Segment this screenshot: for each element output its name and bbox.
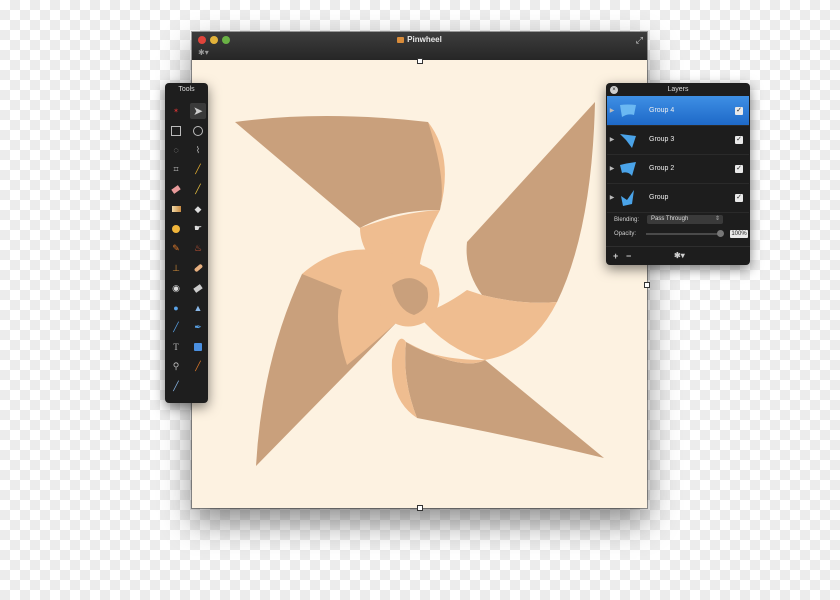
layer-row[interactable]: ▶ Group 3 ✓ [607,125,749,155]
selection-handle-bottom[interactable] [417,505,423,511]
line-icon[interactable]: ╱ [168,378,184,394]
empty-tool-slot [190,378,206,394]
color-picker-icon[interactable]: ╱ [190,359,206,375]
layers-panel-title: Layers [667,86,689,93]
layer-visibility-checkbox[interactable]: ✓ [735,193,743,202]
opacity-slider-knob[interactable] [717,230,725,237]
layers-panel: × Layers ▶ Group 4 ✓ ▶ Group 3 ✓ ▶ Group… [606,83,750,265]
paint-bucket-icon[interactable]: ◆ [190,201,206,217]
sponge-icon[interactable] [168,221,184,237]
selection-handle-top[interactable] [417,58,423,64]
shape-icon[interactable] [190,339,206,355]
lasso-icon[interactable]: ◌ [168,142,184,158]
document-window: Pinwheel ⤢ ✱▾ [192,32,650,511]
pinwheel-artwork [235,102,604,466]
fullscreen-icon[interactable]: ⤢ [636,35,643,46]
layer-row[interactable]: ▶ Group 2 ✓ [607,154,749,184]
opacity-row: Opacity: 100% [614,230,749,238]
disclosure-triangle-icon[interactable]: ▶ [607,107,617,114]
layers-bottom-bar: + − ✱▾ [606,246,750,266]
tool-grid: ✶ ➤ ◌ ⌇ ⌗ ╱ ╱ ◆ ☛ ✎ ♨ ⊥ ◉ ● ▲ ╱ ✒ T ⚲ ╱ … [168,101,206,396]
opacity-label: Opacity: [614,231,637,237]
gradient-icon[interactable] [168,201,184,217]
layer-visibility-checkbox[interactable]: ✓ [735,164,743,173]
zoom-icon[interactable]: ⚲ [168,359,184,375]
selection-handle-right[interactable] [644,282,650,288]
layer-row[interactable]: ▶ Group 4 ✓ [607,96,749,126]
blending-mode-value: Pass Through [651,216,689,222]
layer-visibility-checkbox[interactable]: ✓ [735,106,743,115]
layer-name: Group 3 [649,136,675,143]
close-icon[interactable]: × [610,86,618,94]
pen-icon[interactable]: ╱ [168,319,184,335]
layer-thumbnail-icon [617,158,639,180]
disclosure-triangle-icon[interactable]: ▶ [607,165,617,172]
add-layer-button[interactable]: + [613,251,618,261]
layer-thumbnail-icon [617,129,639,151]
layer-name: Group [649,194,669,201]
sharpen-icon[interactable]: ▲ [190,300,206,316]
ellipse-select-icon[interactable] [190,123,206,139]
select-brush-icon[interactable]: ✶ [168,103,184,119]
pencil-icon[interactable]: ╱ [190,182,206,198]
freeform-pen-icon[interactable]: ✒ [190,319,206,335]
opacity-value-field[interactable]: 100% [730,230,749,238]
rect-select-icon[interactable] [168,123,184,139]
eraser-icon[interactable] [168,182,184,198]
chevron-updown-icon: ⇕ [715,216,721,222]
blade-top-left-dark [235,116,444,228]
gear-icon[interactable]: ✱▾ [198,48,209,57]
window-title: Pinwheel [192,35,647,44]
layer-name: Group 4 [649,107,675,114]
layer-name: Group 2 [649,165,675,172]
document-icon [397,37,405,43]
title-bar[interactable]: Pinwheel ⤢ ✱▾ [192,32,647,60]
opacity-slider[interactable] [646,230,725,237]
patch-icon[interactable] [190,280,206,296]
blending-label: Blending: [614,216,640,223]
magic-wand-icon[interactable]: ⌇ [190,142,206,158]
clone-stamp-icon[interactable]: ⊥ [168,260,184,276]
text-icon[interactable]: T [168,339,184,355]
eyedropper-icon[interactable]: ╱ [190,162,206,178]
blur-drop-icon[interactable]: ● [168,300,184,316]
burn-icon[interactable]: ♨ [190,241,206,257]
brush-icon[interactable]: ✎ [168,241,184,257]
blending-mode-select[interactable]: Pass Through ⇕ [647,215,724,224]
blade-bottom-right-dark [405,342,604,458]
blade-top-right-dark [466,102,595,303]
layer-thumbnail-icon [617,100,639,122]
smudge-icon[interactable]: ☛ [190,221,206,237]
remove-layer-button[interactable]: − [626,251,631,261]
layer-row[interactable]: ▶ Group ✓ [607,183,749,213]
image-canvas[interactable] [192,60,647,508]
layer-thumbnail-icon [617,187,639,209]
tools-panel-title: Tools [178,86,195,93]
red-eye-icon[interactable]: ◉ [168,280,184,296]
gear-icon[interactable]: ✱▾ [674,251,685,260]
tools-panel: Tools ✶ ➤ ◌ ⌇ ⌗ ╱ ╱ ◆ ☛ ✎ ♨ ⊥ ◉ ● ▲ ╱ ✒ … [165,83,208,403]
layer-visibility-checkbox[interactable]: ✓ [735,135,743,144]
arrow-pointer-icon[interactable]: ➤ [190,102,206,119]
window-title-text: Pinwheel [407,35,442,44]
blending-row: Blending: Pass Through ⇕ [614,215,724,224]
disclosure-triangle-icon[interactable]: ▶ [607,136,617,143]
crop-icon[interactable]: ⌗ [168,162,184,178]
healing-icon[interactable] [190,260,206,276]
disclosure-triangle-icon[interactable]: ▶ [607,194,617,201]
